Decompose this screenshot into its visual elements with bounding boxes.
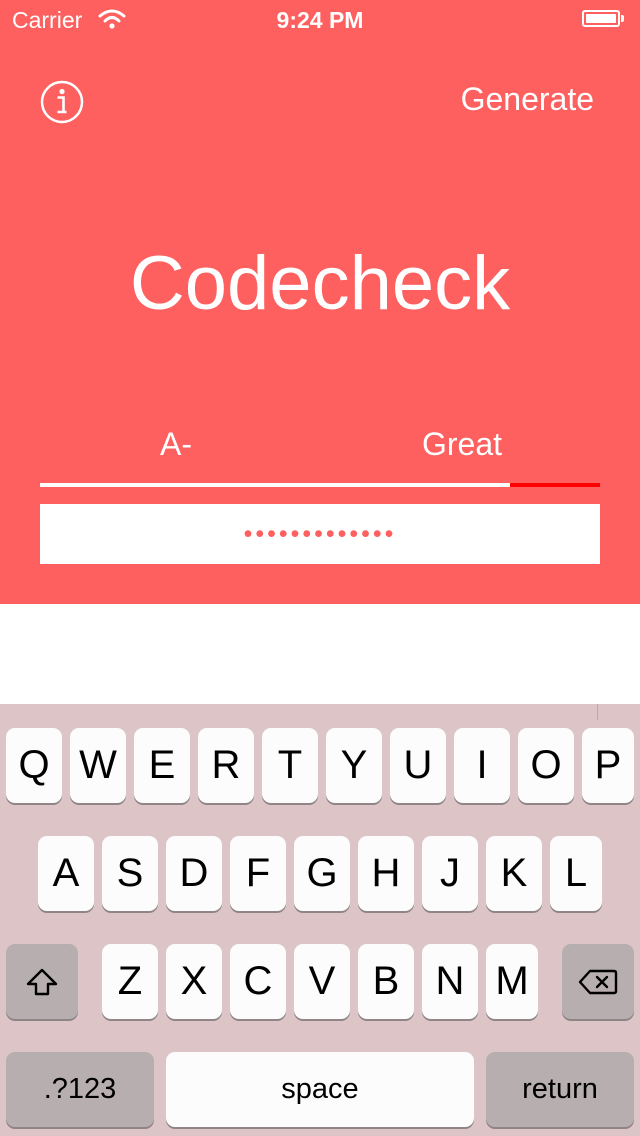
key-b[interactable]: B (358, 944, 414, 1019)
key-a[interactable]: A (38, 836, 94, 911)
key-r[interactable]: R (198, 728, 254, 803)
key-q[interactable]: Q (6, 728, 62, 803)
info-icon[interactable] (40, 80, 84, 124)
space-key[interactable]: space (166, 1052, 474, 1127)
battery-icon (582, 10, 626, 29)
app-title: Codecheck (129, 241, 511, 326)
header-panel: Carrier 9:24 PM Generate Codecheck A- Gr… (0, 0, 640, 604)
key-i[interactable]: I (454, 728, 510, 803)
key-o[interactable]: O (518, 728, 574, 803)
key-v[interactable]: V (294, 944, 350, 1019)
key-z[interactable]: Z (102, 944, 158, 1019)
status-bar: Carrier 9:24 PM (0, 0, 640, 40)
key-k[interactable]: K (486, 836, 542, 911)
key-w[interactable]: W (70, 728, 126, 803)
status-time: 9:24 PM (276, 7, 364, 33)
key-c[interactable]: C (230, 944, 286, 1019)
key-y[interactable]: Y (326, 728, 382, 803)
delete-icon (578, 969, 618, 994)
strength-meter (40, 483, 600, 487)
strength-rating: Great (421, 426, 502, 462)
key-m[interactable]: M (486, 944, 538, 1019)
numbers-key[interactable]: .?123 (6, 1052, 154, 1127)
key-e[interactable]: E (134, 728, 190, 803)
key-d[interactable]: D (166, 836, 222, 911)
strength-grade: A- (160, 426, 192, 462)
generate-button[interactable]: Generate (461, 81, 594, 118)
strength-meter-fill (40, 483, 511, 487)
key-p[interactable]: P (582, 728, 634, 803)
key-x[interactable]: X (166, 944, 222, 1019)
shift-icon (26, 968, 58, 995)
delete-key[interactable] (562, 944, 634, 1019)
key-s[interactable]: S (102, 836, 158, 911)
text-cursor (597, 704, 598, 720)
return-key[interactable]: return (486, 1052, 634, 1127)
key-f[interactable]: F (230, 836, 286, 911)
password-masked-text: ••••••••••••• (243, 519, 397, 548)
key-j[interactable]: J (422, 836, 478, 911)
keyboard: Q W E R T Y U I O P A S D F G H J K L Z … (0, 704, 640, 1136)
key-h[interactable]: H (358, 836, 414, 911)
key-u[interactable]: U (390, 728, 446, 803)
key-n[interactable]: N (422, 944, 478, 1019)
key-t[interactable]: T (262, 728, 318, 803)
password-field[interactable]: ••••••••••••• (40, 504, 600, 564)
key-g[interactable]: G (294, 836, 350, 911)
key-l[interactable]: L (550, 836, 602, 911)
shift-key[interactable] (6, 944, 78, 1019)
